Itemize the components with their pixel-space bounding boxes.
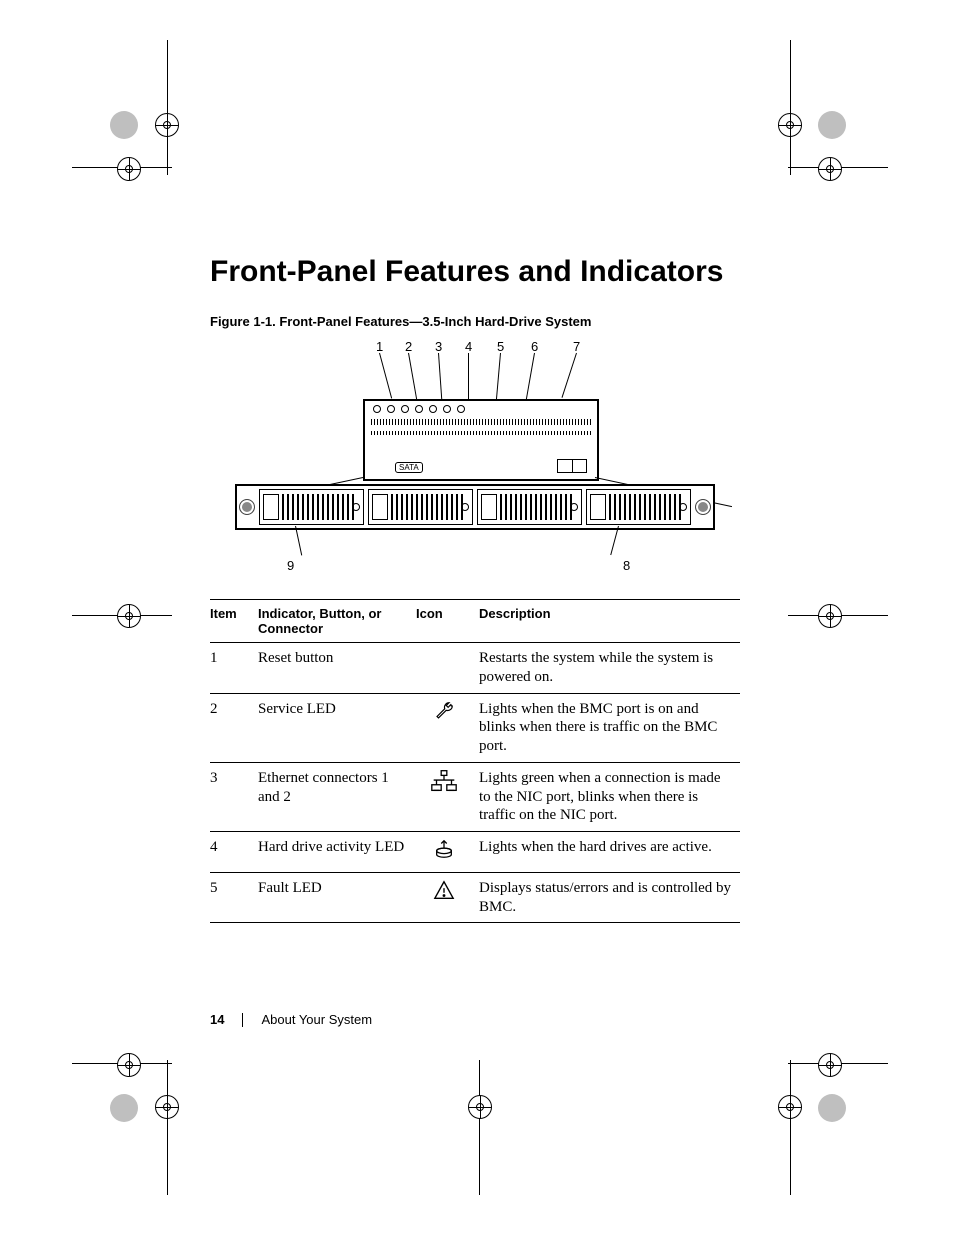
warning-icon xyxy=(433,879,455,901)
page-footer: 14 About Your System xyxy=(210,1012,372,1027)
cell-indicator: Service LED xyxy=(258,693,416,762)
callout-6: 6 xyxy=(531,339,538,354)
cell-icon xyxy=(416,872,479,923)
callout-7: 7 xyxy=(573,339,580,354)
cell-item: 2 xyxy=(210,693,258,762)
th-item: Item xyxy=(210,600,258,643)
cell-indicator: Hard drive activity LED xyxy=(258,832,416,873)
cell-icon xyxy=(416,693,479,762)
th-indicator: Indicator, Button, or Connector xyxy=(258,600,416,643)
section-heading: Front-Panel Features and Indicators xyxy=(210,255,740,289)
page-number: 14 xyxy=(210,1012,224,1027)
wrench-icon xyxy=(433,700,455,722)
cell-item: 4 xyxy=(210,832,258,873)
figure-diagram: 1 2 3 4 5 6 7 xyxy=(235,339,715,584)
section-title: About Your System xyxy=(261,1012,372,1027)
figure-caption: Figure 1-1. Front-Panel Features—3.5-Inc… xyxy=(210,314,740,329)
cell-item: 3 xyxy=(210,762,258,831)
chassis-diagram xyxy=(235,484,715,530)
cell-icon xyxy=(416,832,479,873)
cell-item: 1 xyxy=(210,643,258,694)
callout-4: 4 xyxy=(465,339,472,354)
cell-description: Restarts the system while the system is … xyxy=(479,643,740,694)
sata-label: SATA xyxy=(395,462,423,473)
cell-description: Displays status/errors and is controlled… xyxy=(479,872,740,923)
th-icon: Icon xyxy=(416,600,479,643)
callout-3: 3 xyxy=(435,339,442,354)
cell-indicator: Ethernet connectors 1 and 2 xyxy=(258,762,416,831)
table-row: 1Reset button Restarts the system while t… xyxy=(210,643,740,694)
ethernet-icon xyxy=(429,769,459,793)
callout-8: 8 xyxy=(623,558,630,573)
table-row: 3Ethernet connectors 1 and 2 Lights green… xyxy=(210,762,740,831)
table-row: 2Service LED Lights when the BMC port is … xyxy=(210,693,740,762)
cell-description: Lights when the hard drives are active. xyxy=(479,832,740,873)
cell-item: 5 xyxy=(210,872,258,923)
cell-indicator: Reset button xyxy=(258,643,416,694)
th-description: Description xyxy=(479,600,740,643)
cell-description: Lights when the BMC port is on and blink… xyxy=(479,693,740,762)
cell-description: Lights green when a connection is made t… xyxy=(479,762,740,831)
feature-table: Item Indicator, Button, or Connector Ico… xyxy=(210,599,740,923)
hdd-icon xyxy=(433,838,455,860)
figure-zoom-panel: SATA xyxy=(363,399,599,481)
cell-icon xyxy=(416,762,479,831)
callout-2: 2 xyxy=(405,339,412,354)
table-row: 5Fault LED Displays status/errors and is … xyxy=(210,872,740,923)
callout-9: 9 xyxy=(287,558,294,573)
usb-port-icon xyxy=(557,459,587,473)
cell-indicator: Fault LED xyxy=(258,872,416,923)
callout-5: 5 xyxy=(497,339,504,354)
cell-icon xyxy=(416,643,479,694)
table-row: 4Hard drive activity LED Lights when the … xyxy=(210,832,740,873)
